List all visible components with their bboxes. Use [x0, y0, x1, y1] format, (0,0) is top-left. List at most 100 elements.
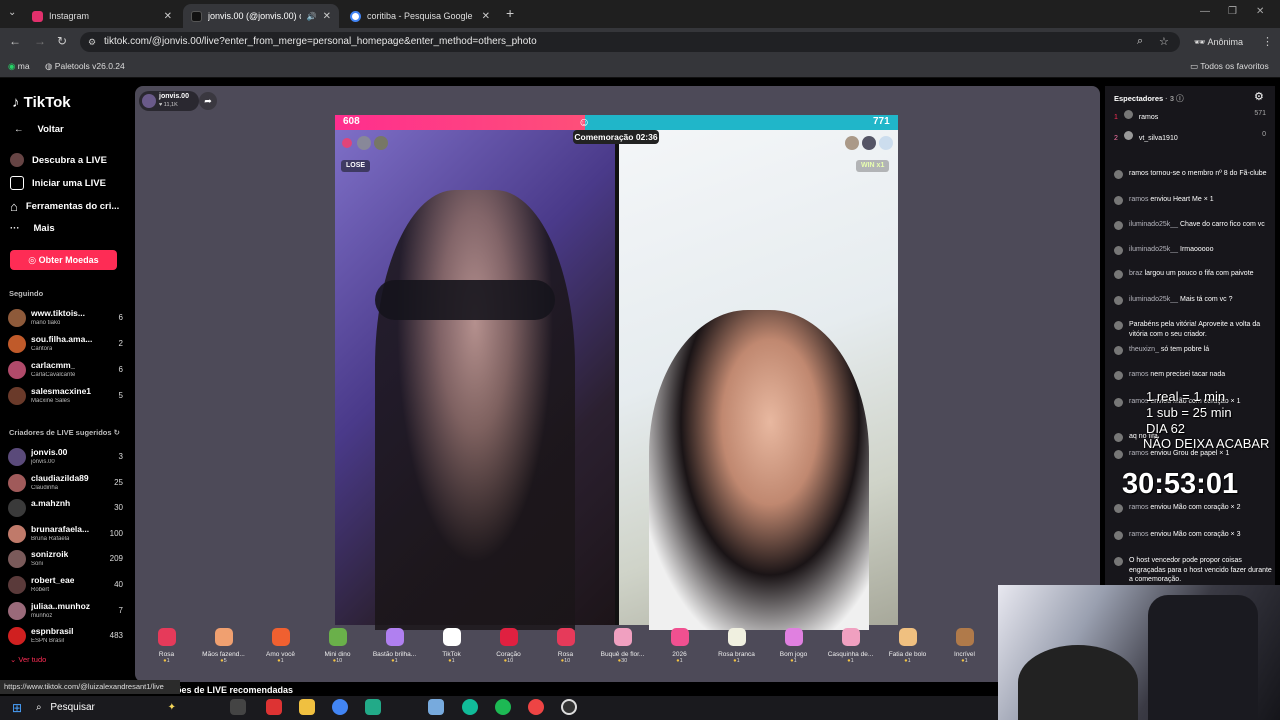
see-all-link[interactable]: ⌄ Ver tudo: [10, 655, 46, 664]
gift-item[interactable]: Rosa ●1: [139, 628, 194, 664]
account-row[interactable]: sonizroik Soni 209: [8, 548, 123, 572]
chat-message[interactable]: O host vencedor pode propor coisas engra…: [1114, 556, 1274, 585]
gift-item[interactable]: Mini dino ●10: [310, 628, 365, 664]
incognito-profile[interactable]: 🕶 Anônima: [1194, 37, 1243, 48]
gift-item[interactable]: Bom jogo ●1: [766, 628, 821, 664]
tab-instagram[interactable]: Instagram ✕: [24, 4, 180, 28]
nav-discover-live[interactable]: Descubra a LIVE: [10, 153, 107, 167]
account-row[interactable]: sou.filha.ama... Cantora 2: [8, 333, 123, 357]
zoom-icon[interactable]: ⌕: [1137, 35, 1143, 48]
account-row[interactable]: brunarafaela... Bruna Rafaela 100: [8, 523, 123, 547]
top-viewer-row[interactable]: 2 vt_silva1910 0: [1114, 131, 1266, 142]
account-row[interactable]: salesmacxine1 Macxine Sales 5: [8, 385, 123, 409]
back-icon[interactable]: ←: [9, 34, 21, 48]
chat-message[interactable]: ramos enviou Heart Me × 1: [1114, 195, 1274, 205]
restore-icon[interactable]: ❐: [1228, 6, 1237, 17]
refresh-icon[interactable]: ↻: [114, 428, 120, 437]
chrome-icon[interactable]: [528, 699, 544, 715]
tab-google[interactable]: coritiba - Pesquisa Google ✕: [342, 4, 498, 28]
info-icon[interactable]: ⓘ: [1176, 94, 1184, 103]
taskbar-search[interactable]: ⌕ Pesquisar ✦: [36, 699, 216, 717]
all-favorites[interactable]: ▭ Todos os favoritos: [1190, 61, 1269, 72]
task-view-icon[interactable]: [230, 699, 246, 715]
spotify-icon[interactable]: [495, 699, 511, 715]
bookmark-paletools[interactable]: ◍ Paletools v26.0.24: [45, 61, 125, 72]
bookmark-whatsapp[interactable]: ◉ ma: [8, 61, 30, 72]
gift-item[interactable]: Coração ●10: [481, 628, 536, 664]
gift-price-value: 1: [964, 658, 968, 664]
close-icon[interactable]: ✕: [323, 11, 331, 22]
guest-camera-right[interactable]: [619, 130, 898, 630]
share-icon[interactable]: ➦: [199, 92, 217, 110]
gift-item[interactable]: TikTok ●1: [424, 628, 479, 664]
account-row[interactable]: claudiazilda89 Claudinha 25: [8, 472, 123, 496]
account-row[interactable]: robert_eae Robert 40: [8, 574, 123, 598]
chat-message[interactable]: iluminado25k__ Mais tá com vc ?: [1114, 295, 1274, 305]
speaker-icon[interactable]: 🔊: [307, 12, 317, 21]
account-row[interactable]: carlacmm_ CarlaCavalcante 6: [8, 359, 123, 383]
settings-icon[interactable]: ⚙: [1254, 90, 1264, 103]
chat-message[interactable]: ramos enviou Mão com coração × 2: [1114, 503, 1274, 513]
back-link[interactable]: ← Voltar: [14, 124, 64, 135]
gift-item[interactable]: Casquinha de... ●1: [823, 628, 878, 664]
nav-creator-tools[interactable]: ⌂ Ferramentas do cri...: [10, 199, 119, 214]
account-row[interactable]: espnbrasil ESPN Brasil 483: [8, 625, 123, 649]
site-info-icon[interactable]: ⚙: [88, 32, 96, 52]
chat-message[interactable]: Parabéns pela vitória! Aproveite a volta…: [1114, 320, 1274, 339]
gift-item[interactable]: Buquê de flor... ●30: [595, 628, 650, 664]
gift-item[interactable]: Rosa ●10: [538, 628, 593, 664]
left-supporters[interactable]: [342, 136, 390, 150]
nav-start-live[interactable]: Iniciar uma LIVE: [10, 176, 106, 190]
app-icon[interactable]: [266, 699, 282, 715]
account-row[interactable]: jonvis.00 jonvis.00 3: [8, 446, 123, 470]
gift-name: TikTok: [442, 651, 461, 658]
sparkle-icon: ✦: [167, 702, 177, 713]
get-coins-button[interactable]: ◎ Obter Moedas: [10, 250, 117, 270]
file-explorer-icon[interactable]: [299, 699, 315, 715]
chat-message[interactable]: ramos enviou Mão com coração × 3: [1114, 530, 1274, 540]
tab-title: jonvis.00 (@jonvis.00) come: [208, 11, 301, 21]
reload-icon[interactable]: ↻: [57, 34, 67, 48]
close-icon[interactable]: ✕: [164, 11, 172, 22]
nav-more[interactable]: ··· Mais: [10, 223, 55, 234]
account-subtitle: Bruna Rafaela: [31, 535, 70, 542]
gift-item[interactable]: Incrível ●1: [937, 628, 992, 664]
tiktok-logo[interactable]: ♪ TikTok: [12, 94, 71, 111]
gift-item[interactable]: Amo você ●1: [253, 628, 308, 664]
forward-icon[interactable]: →: [34, 34, 46, 48]
gift-item[interactable]: Fatia de bolo ●1: [880, 628, 935, 664]
chrome-icon[interactable]: [332, 699, 348, 715]
close-window-icon[interactable]: ✕: [1256, 6, 1264, 17]
tab-tiktok[interactable]: jonvis.00 (@jonvis.00) come 🔊 ✕: [183, 4, 339, 28]
gift-price: ●1: [652, 658, 707, 664]
host-chip[interactable]: jonvis.00 ♥ 11,1K: [139, 91, 199, 111]
top-viewer-row[interactable]: 1 ramos 571: [1114, 110, 1266, 121]
minimize-icon[interactable]: —: [1200, 6, 1210, 17]
address-bar[interactable]: ⚙ tiktok.com/@jonvis.00/live?enter_from_…: [80, 32, 1180, 52]
gift-item[interactable]: 2026 ●1: [652, 628, 707, 664]
host-camera-left[interactable]: [335, 130, 616, 630]
chat-message[interactable]: braz largou um pouco o fifa com paivote: [1114, 269, 1274, 279]
edge-icon[interactable]: [462, 699, 478, 715]
right-supporters[interactable]: [845, 136, 893, 150]
chat-message[interactable]: theuxizn_ só tem pobre lá: [1114, 345, 1274, 355]
account-row[interactable]: www.tiktois... mano tiako 6: [8, 307, 123, 331]
chat-message[interactable]: ramos nem precisei tacar nada: [1114, 370, 1274, 380]
bookmark-star-icon[interactable]: ☆: [1159, 35, 1169, 48]
account-row[interactable]: juliaa..munhoz munhoz 7: [8, 600, 123, 624]
menu-icon[interactable]: ⋮: [1262, 35, 1273, 48]
chat-message[interactable]: iluminado25k__ Irmaooooo: [1114, 245, 1274, 255]
tab-search-icon[interactable]: ⌄: [8, 7, 16, 18]
app-icon[interactable]: [428, 699, 444, 715]
gift-item[interactable]: Mãos fazend... ●5: [196, 628, 251, 664]
close-icon[interactable]: ✕: [482, 11, 490, 22]
chat-message[interactable]: iluminado25k__ Chave do carro fico com v…: [1114, 220, 1274, 230]
new-tab-button[interactable]: +: [506, 5, 514, 21]
gift-item[interactable]: Rosa branca ●1: [709, 628, 764, 664]
app-icon[interactable]: [365, 699, 381, 715]
chat-message[interactable]: ramos tornou-se o membro nº 8 do Fã-club…: [1114, 169, 1274, 179]
obs-icon[interactable]: [561, 699, 577, 715]
gift-item[interactable]: Bastão brilha... ●1: [367, 628, 422, 664]
windows-start-icon[interactable]: ⊞: [12, 701, 22, 715]
account-row[interactable]: a.mahznh 30: [8, 497, 123, 521]
